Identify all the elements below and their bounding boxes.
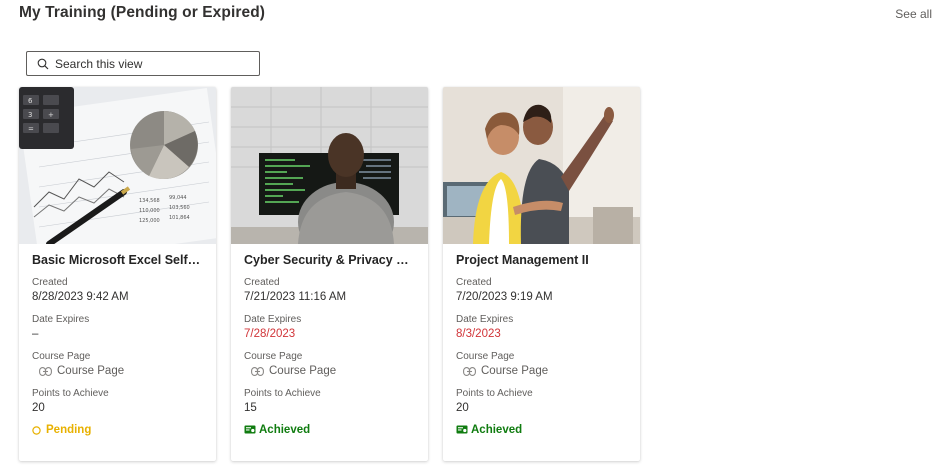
link-icon xyxy=(39,366,52,376)
svg-text:3: 3 xyxy=(28,111,32,119)
circle-icon xyxy=(32,425,41,435)
certificate-icon xyxy=(244,425,256,434)
points-label: Points to Achieve xyxy=(244,388,321,399)
project-management-thumbnail-image xyxy=(443,87,640,244)
points-value: 15 xyxy=(244,402,257,414)
status-badge: Achieved xyxy=(456,424,627,436)
status-label: Achieved xyxy=(471,424,523,436)
search-input[interactable] xyxy=(55,56,245,71)
course-page-link[interactable]: Course Page xyxy=(244,363,415,379)
card-title[interactable]: Project Management II xyxy=(456,253,627,267)
svg-text:+: + xyxy=(48,111,54,119)
link-icon xyxy=(251,366,264,376)
created-label: Created xyxy=(456,277,492,288)
points-value: 20 xyxy=(456,402,469,414)
page-title: My Training (Pending or Expired) xyxy=(19,4,266,21)
search-box[interactable] xyxy=(26,51,260,76)
course-page-label: Course Page xyxy=(32,351,91,362)
created-value: 7/21/2023 11:16 AM xyxy=(244,291,347,303)
course-page-link[interactable]: Course Page xyxy=(456,363,627,379)
svg-text:125,000: 125,000 xyxy=(139,218,160,224)
date-expires-label: Date Expires xyxy=(456,314,514,325)
date-expires-value: 8/3/2023 xyxy=(456,328,501,340)
svg-text:103,560: 103,560 xyxy=(169,205,190,211)
date-expires-value: 7/28/2023 xyxy=(244,328,296,340)
created-label: Created xyxy=(244,277,280,288)
status-label: Achieved xyxy=(259,424,311,436)
training-card[interactable]: 6 3 + = 134,568 99,044 110,000 103,560 125,00… xyxy=(19,87,216,461)
date-expires-label: Date Expires xyxy=(244,314,302,325)
created-value: 7/20/2023 9:19 AM xyxy=(456,291,553,303)
training-card[interactable]: Cyber Security & Privacy Essen... Create… xyxy=(231,87,428,461)
search-icon xyxy=(37,58,49,69)
excel-thumbnail-image: 6 3 + = 134,568 99,044 110,000 103,560 125,00… xyxy=(19,87,216,244)
course-page-link[interactable]: Course Page xyxy=(32,363,203,379)
date-expires-value: – xyxy=(32,328,39,340)
svg-text:134,568: 134,568 xyxy=(139,198,160,204)
course-page-label: Course Page xyxy=(456,351,515,362)
training-card[interactable]: Project Management II Created 7/20/2023 … xyxy=(443,87,640,461)
svg-text:=: = xyxy=(28,125,34,133)
date-expires-label: Date Expires xyxy=(32,314,90,325)
course-page-link-label[interactable]: Course Page xyxy=(57,363,124,379)
status-badge: Pending xyxy=(32,424,203,436)
course-page-link-label[interactable]: Course Page xyxy=(481,363,548,379)
certificate-icon xyxy=(456,425,468,434)
status-label: Pending xyxy=(46,424,92,436)
svg-text:99,044: 99,044 xyxy=(169,195,187,201)
svg-text:101,864: 101,864 xyxy=(169,215,190,221)
card-title[interactable]: Basic Microsoft Excel Self-pac... xyxy=(32,253,203,267)
see-all-link[interactable]: See all xyxy=(895,7,932,21)
created-value: 8/28/2023 9:42 AM xyxy=(32,291,129,303)
cyber-security-thumbnail-image xyxy=(231,87,428,244)
status-badge: Achieved xyxy=(244,424,415,436)
points-value: 20 xyxy=(32,402,45,414)
points-label: Points to Achieve xyxy=(32,388,109,399)
svg-text:110,000: 110,000 xyxy=(139,208,160,214)
card-title[interactable]: Cyber Security & Privacy Essen... xyxy=(244,253,415,267)
course-page-label: Course Page xyxy=(244,351,303,362)
created-label: Created xyxy=(32,277,68,288)
course-page-link-label[interactable]: Course Page xyxy=(269,363,336,379)
svg-text:6: 6 xyxy=(28,97,33,105)
link-icon xyxy=(463,366,476,376)
points-label: Points to Achieve xyxy=(456,388,533,399)
